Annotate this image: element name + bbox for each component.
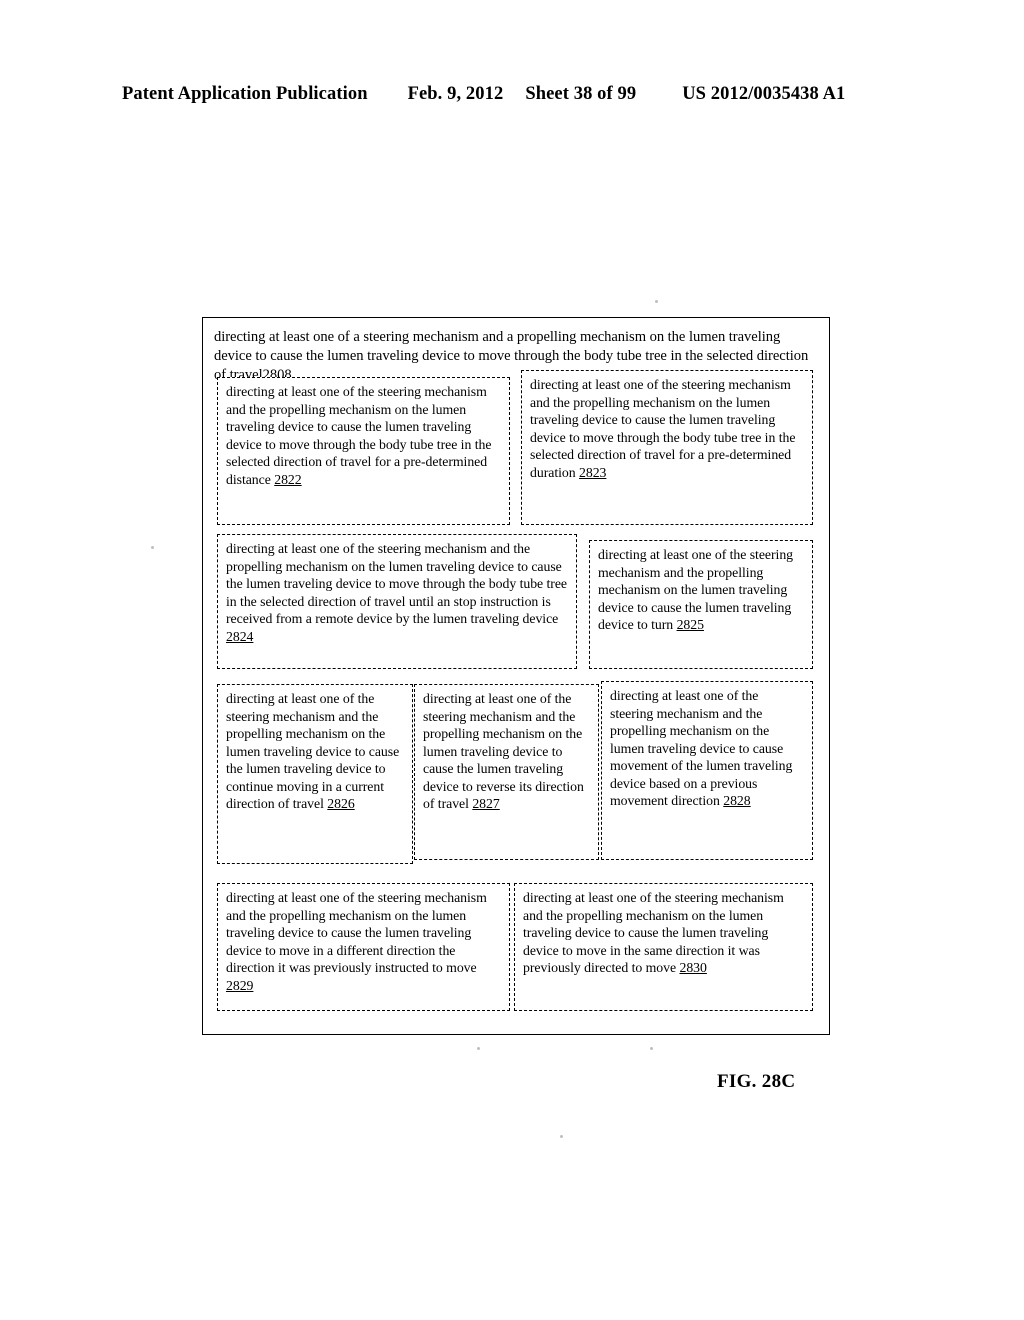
- sub-block-2826-ref: 2826: [327, 796, 355, 812]
- scan-speck: [655, 300, 658, 303]
- sub-block-2829-ref: 2829: [226, 977, 254, 993]
- sub-block-2826: directing at least one of the steering m…: [217, 684, 413, 864]
- sub-block-2825-ref: 2825: [676, 617, 704, 633]
- sub-block-2827: directing at least one of the steering m…: [414, 684, 599, 860]
- scan-speck: [650, 1047, 653, 1050]
- sub-block-2822-ref: 2822: [274, 471, 302, 487]
- scan-speck: [560, 1135, 563, 1138]
- sub-block-2827-text: directing at least one of the steering m…: [423, 691, 584, 812]
- sub-block-2823-text: directing at least one of the steering m…: [530, 377, 796, 480]
- header-publication-label: Patent Application Publication: [122, 84, 368, 104]
- sub-block-2823: directing at least one of the steering m…: [521, 370, 813, 525]
- header-sheet-number: Sheet 38 of 99: [525, 84, 637, 104]
- sub-block-2824-ref: 2824: [226, 628, 254, 644]
- sub-block-2825: directing at least one of the steering m…: [589, 540, 813, 669]
- sub-block-2829-text: directing at least one of the steering m…: [226, 890, 487, 976]
- sub-block-2828-text: directing at least one of the steering m…: [610, 688, 793, 809]
- sub-block-2830: directing at least one of the steering m…: [514, 883, 813, 1011]
- sub-block-2822: directing at least one of the steering m…: [217, 377, 510, 525]
- figure-outer-block: directing at least one of a steering mec…: [202, 317, 830, 1035]
- sub-block-2830-ref: 2830: [679, 960, 707, 976]
- figure-caption: FIG. 28C: [717, 1071, 796, 1092]
- header-document-number: US 2012/0035438 A1: [682, 84, 846, 104]
- sub-block-2826-text: directing at least one of the steering m…: [226, 691, 400, 812]
- sub-block-2830-text: directing at least one of the steering m…: [523, 890, 784, 976]
- sub-block-2828: directing at least one of the steering m…: [601, 681, 813, 860]
- header-date: Feb. 9, 2012: [407, 84, 504, 104]
- sub-block-2822-text: directing at least one of the steering m…: [226, 384, 492, 487]
- page-header: Patent Application Publication Feb. 9, 2…: [122, 84, 902, 105]
- scan-speck: [477, 1047, 480, 1050]
- sub-block-2829: directing at least one of the steering m…: [217, 883, 510, 1011]
- sub-block-2827-ref: 2827: [472, 796, 500, 812]
- sub-block-2824-text: directing at least one of the steering m…: [226, 541, 568, 627]
- sub-block-2823-ref: 2823: [579, 464, 607, 480]
- sub-block-2828-ref: 2828: [723, 793, 751, 809]
- scan-speck: [151, 546, 154, 549]
- sub-block-2824: directing at least one of the steering m…: [217, 534, 577, 669]
